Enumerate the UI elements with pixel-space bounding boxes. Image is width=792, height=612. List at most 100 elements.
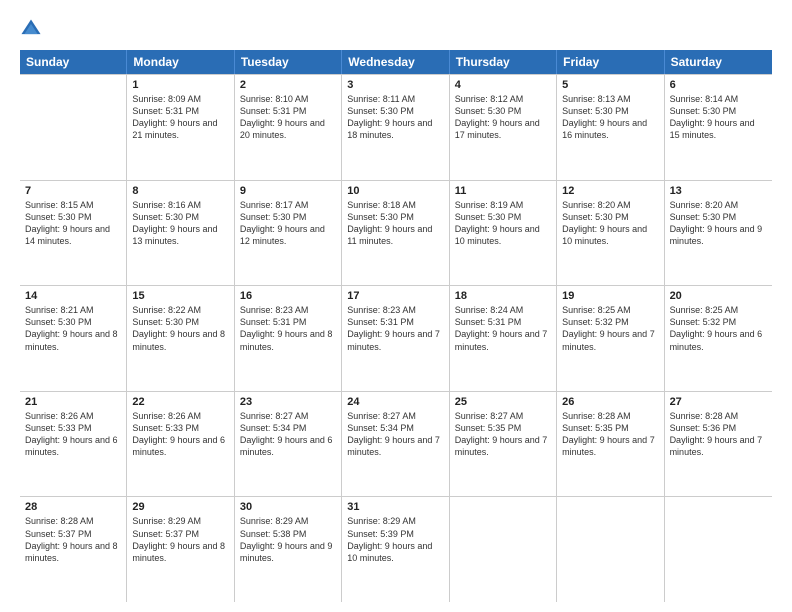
day-number: 19	[562, 290, 658, 302]
calendar-row: 21 Sunrise: 8:26 AM Sunset: 5:33 PM Dayli…	[20, 392, 772, 498]
day-number: 31	[347, 501, 443, 513]
calendar-cell: 20 Sunrise: 8:25 AM Sunset: 5:32 PM Dayli…	[665, 286, 772, 391]
cell-sun-info: Sunrise: 8:16 AM Sunset: 5:30 PM Dayligh…	[132, 199, 228, 248]
calendar-cell: 22 Sunrise: 8:26 AM Sunset: 5:33 PM Dayli…	[127, 392, 234, 497]
cell-sun-info: Sunrise: 8:25 AM Sunset: 5:32 PM Dayligh…	[670, 304, 767, 353]
cell-sun-info: Sunrise: 8:09 AM Sunset: 5:31 PM Dayligh…	[132, 93, 228, 142]
calendar-cell: 23 Sunrise: 8:27 AM Sunset: 5:34 PM Dayli…	[235, 392, 342, 497]
calendar-cell: 24 Sunrise: 8:27 AM Sunset: 5:34 PM Dayli…	[342, 392, 449, 497]
header	[20, 18, 772, 40]
calendar-row: 1Sunrise: 8:09 AM Sunset: 5:31 PM Daylig…	[20, 75, 772, 181]
cell-sun-info: Sunrise: 8:18 AM Sunset: 5:30 PM Dayligh…	[347, 199, 443, 248]
weekday-header: Sunday	[20, 50, 127, 74]
weekday-header: Saturday	[665, 50, 772, 74]
cell-sun-info: Sunrise: 8:17 AM Sunset: 5:30 PM Dayligh…	[240, 199, 336, 248]
day-number: 30	[240, 501, 336, 513]
page: SundayMondayTuesdayWednesdayThursdayFrid…	[0, 0, 792, 612]
day-number: 5	[562, 79, 658, 91]
day-number: 21	[25, 396, 121, 408]
day-number: 27	[670, 396, 767, 408]
calendar-cell	[665, 497, 772, 602]
logo	[20, 18, 46, 40]
day-number: 24	[347, 396, 443, 408]
calendar-cell: 1Sunrise: 8:09 AM Sunset: 5:31 PM Daylig…	[127, 75, 234, 180]
day-number: 13	[670, 185, 767, 197]
calendar-cell	[20, 75, 127, 180]
calendar-cell: 4 Sunrise: 8:12 AM Sunset: 5:30 PM Daylig…	[450, 75, 557, 180]
day-number: 6	[670, 79, 767, 91]
day-number: 25	[455, 396, 551, 408]
calendar-cell: 26Sunrise: 8:28 AM Sunset: 5:35 PM Dayli…	[557, 392, 664, 497]
cell-sun-info: Sunrise: 8:20 AM Sunset: 5:30 PM Dayligh…	[562, 199, 658, 248]
day-number: 9	[240, 185, 336, 197]
cell-sun-info: Sunrise: 8:14 AM Sunset: 5:30 PM Dayligh…	[670, 93, 767, 142]
day-number: 14	[25, 290, 121, 302]
cell-sun-info: Sunrise: 8:15 AM Sunset: 5:30 PM Dayligh…	[25, 199, 121, 248]
calendar-cell: 7Sunrise: 8:15 AM Sunset: 5:30 PM Daylig…	[20, 181, 127, 286]
day-number: 16	[240, 290, 336, 302]
calendar-cell: 25 Sunrise: 8:27 AM Sunset: 5:35 PM Dayli…	[450, 392, 557, 497]
cell-sun-info: Sunrise: 8:23 AM Sunset: 5:31 PM Dayligh…	[240, 304, 336, 353]
weekday-header: Thursday	[450, 50, 557, 74]
cell-sun-info: Sunrise: 8:28 AM Sunset: 5:36 PM Dayligh…	[670, 410, 767, 459]
day-number: 18	[455, 290, 551, 302]
day-number: 17	[347, 290, 443, 302]
calendar-cell: 10 Sunrise: 8:18 AM Sunset: 5:30 PM Dayli…	[342, 181, 449, 286]
calendar-cell: 16 Sunrise: 8:23 AM Sunset: 5:31 PM Dayli…	[235, 286, 342, 391]
day-number: 20	[670, 290, 767, 302]
day-number: 10	[347, 185, 443, 197]
cell-sun-info: Sunrise: 8:20 AM Sunset: 5:30 PM Dayligh…	[670, 199, 767, 248]
calendar-cell: 6 Sunrise: 8:14 AM Sunset: 5:30 PM Daylig…	[665, 75, 772, 180]
calendar-cell: 21Sunrise: 8:26 AM Sunset: 5:33 PM Dayli…	[20, 392, 127, 497]
cell-sun-info: Sunrise: 8:26 AM Sunset: 5:33 PM Dayligh…	[132, 410, 228, 459]
weekday-header: Friday	[557, 50, 664, 74]
day-number: 26	[562, 396, 658, 408]
weekday-header: Monday	[127, 50, 234, 74]
calendar-cell: 12 Sunrise: 8:20 AM Sunset: 5:30 PM Dayli…	[557, 181, 664, 286]
day-number: 4	[455, 79, 551, 91]
day-number: 28	[25, 501, 121, 513]
cell-sun-info: Sunrise: 8:29 AM Sunset: 5:39 PM Dayligh…	[347, 515, 443, 564]
calendar: SundayMondayTuesdayWednesdayThursdayFrid…	[20, 50, 772, 602]
cell-sun-info: Sunrise: 8:28 AM Sunset: 5:37 PM Dayligh…	[25, 515, 121, 564]
calendar-cell: 18 Sunrise: 8:24 AM Sunset: 5:31 PM Dayli…	[450, 286, 557, 391]
day-number: 8	[132, 185, 228, 197]
calendar-cell: 9 Sunrise: 8:17 AM Sunset: 5:30 PM Daylig…	[235, 181, 342, 286]
weekday-header: Tuesday	[235, 50, 342, 74]
cell-sun-info: Sunrise: 8:27 AM Sunset: 5:34 PM Dayligh…	[347, 410, 443, 459]
cell-sun-info: Sunrise: 8:13 AM Sunset: 5:30 PM Dayligh…	[562, 93, 658, 142]
day-number: 11	[455, 185, 551, 197]
cell-sun-info: Sunrise: 8:27 AM Sunset: 5:35 PM Dayligh…	[455, 410, 551, 459]
day-number: 15	[132, 290, 228, 302]
calendar-row: 28 Sunrise: 8:28 AM Sunset: 5:37 PM Dayli…	[20, 497, 772, 602]
cell-sun-info: Sunrise: 8:19 AM Sunset: 5:30 PM Dayligh…	[455, 199, 551, 248]
calendar-cell	[557, 497, 664, 602]
cell-sun-info: Sunrise: 8:10 AM Sunset: 5:31 PM Dayligh…	[240, 93, 336, 142]
day-number: 23	[240, 396, 336, 408]
cell-sun-info: Sunrise: 8:29 AM Sunset: 5:38 PM Dayligh…	[240, 515, 336, 564]
calendar-cell: 29Sunrise: 8:29 AM Sunset: 5:37 PM Dayli…	[127, 497, 234, 602]
cell-sun-info: Sunrise: 8:24 AM Sunset: 5:31 PM Dayligh…	[455, 304, 551, 353]
logo-icon	[20, 18, 42, 40]
calendar-cell	[450, 497, 557, 602]
day-number: 3	[347, 79, 443, 91]
day-number: 2	[240, 79, 336, 91]
calendar-cell: 5 Sunrise: 8:13 AM Sunset: 5:30 PM Daylig…	[557, 75, 664, 180]
cell-sun-info: Sunrise: 8:12 AM Sunset: 5:30 PM Dayligh…	[455, 93, 551, 142]
calendar-cell: 13 Sunrise: 8:20 AM Sunset: 5:30 PM Dayli…	[665, 181, 772, 286]
cell-sun-info: Sunrise: 8:22 AM Sunset: 5:30 PM Dayligh…	[132, 304, 228, 353]
calendar-cell: 17Sunrise: 8:23 AM Sunset: 5:31 PM Dayli…	[342, 286, 449, 391]
calendar-cell: 14 Sunrise: 8:21 AM Sunset: 5:30 PM Dayli…	[20, 286, 127, 391]
day-number: 12	[562, 185, 658, 197]
calendar-header: SundayMondayTuesdayWednesdayThursdayFrid…	[20, 50, 772, 74]
calendar-cell: 30 Sunrise: 8:29 AM Sunset: 5:38 PM Dayli…	[235, 497, 342, 602]
cell-sun-info: Sunrise: 8:21 AM Sunset: 5:30 PM Dayligh…	[25, 304, 121, 353]
cell-sun-info: Sunrise: 8:27 AM Sunset: 5:34 PM Dayligh…	[240, 410, 336, 459]
calendar-cell: 28 Sunrise: 8:28 AM Sunset: 5:37 PM Dayli…	[20, 497, 127, 602]
calendar-cell: 2 Sunrise: 8:10 AM Sunset: 5:31 PM Daylig…	[235, 75, 342, 180]
calendar-row: 7Sunrise: 8:15 AM Sunset: 5:30 PM Daylig…	[20, 181, 772, 287]
day-number: 22	[132, 396, 228, 408]
calendar-cell: 11 Sunrise: 8:19 AM Sunset: 5:30 PM Dayli…	[450, 181, 557, 286]
calendar-cell: 8 Sunrise: 8:16 AM Sunset: 5:30 PM Daylig…	[127, 181, 234, 286]
cell-sun-info: Sunrise: 8:25 AM Sunset: 5:32 PM Dayligh…	[562, 304, 658, 353]
